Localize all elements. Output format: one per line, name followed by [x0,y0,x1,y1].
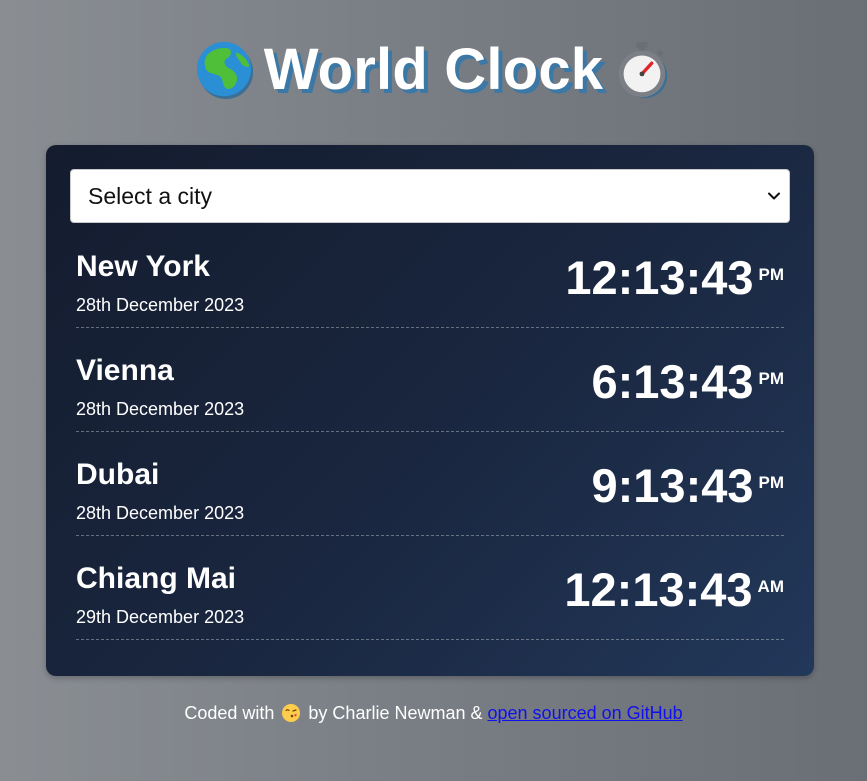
city-time-display: 6:13:43 PM [592,358,785,405]
city-time-display: 9:13:43 PM [592,462,785,509]
clock-card: Select a city New York 28th December 202… [46,145,814,676]
city-name: Chiang Mai [76,562,237,595]
github-link[interactable]: open sourced on GitHub [488,703,683,723]
city-time-display: 12:13:43 AM [564,566,784,613]
footer-prefix: Coded with [184,703,275,723]
footer-credit: by Charlie Newman & [308,703,483,723]
city-row: Chiang Mai 29th December 2023 12:13:43 A… [76,560,784,640]
city-time: 12:13:43 [565,251,754,304]
page-title: World Clock [263,37,604,102]
face-blowing-kiss-icon [282,704,301,722]
city-name: New York [76,250,210,283]
city-time-period: PM [758,369,785,388]
city-name: Vienna [76,354,174,387]
city-date: 29th December 2023 [76,607,245,627]
city-row: Vienna 28th December 2023 6:13:43 PM [76,352,784,432]
chevron-down-icon [768,192,780,200]
globe-icon [196,41,253,100]
city-time-period: PM [758,265,785,284]
city-time-display: 12:13:43 PM [565,254,784,301]
city-time-period: AM [757,577,784,596]
city-row: Dubai 28th December 2023 9:13:43 PM [76,456,784,536]
city-date: 28th December 2023 [76,399,245,419]
stopwatch-icon [619,41,668,99]
city-time: 9:13:43 [591,459,754,512]
city-select[interactable]: Select a city [70,169,790,223]
page-header: World Clock [0,34,867,106]
city-select-value: Select a city [88,182,212,209]
city-time-period: PM [758,473,785,492]
city-date: 28th December 2023 [76,295,245,315]
city-time: 12:13:43 [564,563,753,616]
city-date: 28th December 2023 [76,503,245,523]
footer: Coded with by Charlie Newman & open sour… [0,703,867,724]
city-time: 6:13:43 [591,355,754,408]
city-name: Dubai [76,458,160,491]
city-row: New York 28th December 2023 12:13:43 PM [76,248,784,328]
